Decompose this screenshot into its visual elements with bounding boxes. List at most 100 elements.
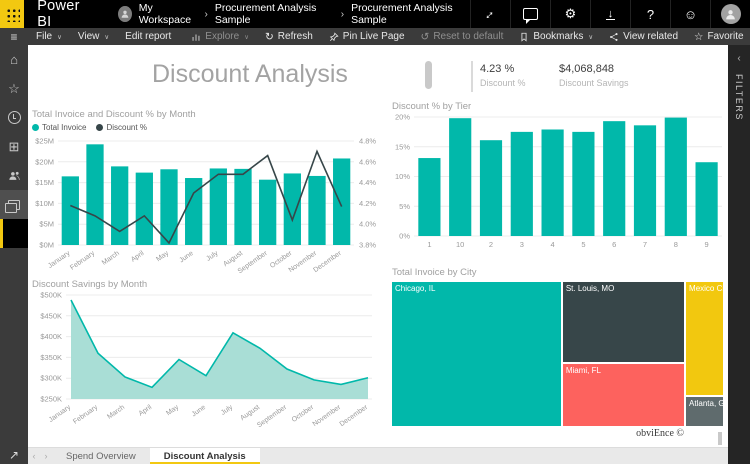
- nav-recent-icon[interactable]: [0, 103, 28, 132]
- treemap-tile[interactable]: Mexico Cit...: [686, 282, 723, 396]
- svg-text:$5M: $5M: [39, 220, 54, 229]
- chart-total-invoice-discount-by-month[interactable]: Total Invoice and Discount % by Month To…: [32, 109, 390, 288]
- nav-current-workspace-item[interactable]: [0, 219, 28, 248]
- chart-discount-savings-by-month[interactable]: Discount Savings by Month $250K $300K $350…: [32, 279, 378, 446]
- waffle-dots-icon: [4, 6, 20, 22]
- tab-discount-analysis[interactable]: Discount Analysis: [149, 448, 260, 464]
- svg-text:February: February: [72, 404, 99, 426]
- top-bar-actions: ↕ ⚙ ↓ ? ☺: [470, 0, 750, 28]
- svg-text:January: January: [48, 404, 73, 424]
- treemap-tile[interactable]: Chicago, IL: [392, 282, 561, 426]
- pin-live-page-button[interactable]: Pin Live Page: [321, 28, 413, 45]
- svg-text:January: January: [47, 250, 72, 270]
- treemap-tile-label: Miami, FL: [565, 365, 601, 375]
- user-avatar[interactable]: [710, 0, 750, 28]
- expand-filters-chevron-icon[interactable]: ‹: [737, 53, 740, 64]
- breadcrumb-separator-icon: ›: [340, 8, 345, 20]
- toolbar-right-actions: ↺ Reset to default Bookmarks ∨ View relate…: [413, 28, 750, 45]
- chevron-down-icon: ∨: [104, 33, 110, 41]
- svg-text:April: April: [130, 250, 146, 264]
- svg-text:July: July: [220, 404, 235, 417]
- star-icon: ☆: [694, 30, 704, 43]
- breadcrumb-app[interactable]: Procurement Analysis Sample: [215, 2, 334, 26]
- settings-gear-icon[interactable]: ⚙: [550, 0, 590, 28]
- favorite-button[interactable]: ☆ Favorite: [686, 28, 750, 45]
- bar-chart-plot[interactable]: 0% 5% 10% 15% 20% 1 10 2 3 4 5 6 7 8 9: [392, 113, 723, 253]
- top-app-bar: Power BI My Workspace › Procurement Anal…: [0, 0, 750, 30]
- bookmarks-menu[interactable]: Bookmarks ∨: [511, 28, 601, 45]
- windows-stack-icon: [4, 199, 20, 213]
- help-icon[interactable]: ?: [630, 0, 670, 28]
- svg-text:$400K: $400K: [40, 332, 62, 341]
- legend-dot-icon: [96, 124, 104, 131]
- svg-text:$300K: $300K: [40, 374, 62, 383]
- svg-text:4.2%: 4.2%: [359, 199, 376, 208]
- nav-workspaces-icon[interactable]: [0, 190, 28, 219]
- nav-hamburger-icon[interactable]: ≡: [0, 30, 28, 44]
- chart-title: Discount Savings by Month: [32, 279, 148, 290]
- comments-icon[interactable]: [510, 0, 550, 28]
- canvas-scrollbar-thumb[interactable]: [718, 432, 722, 445]
- chart-discount-by-tier[interactable]: Discount % by Tier 0% 5% 10% 15% 20% 1 10 2 3 4 5 6…: [392, 101, 723, 258]
- nav-favorites-icon[interactable]: ☆: [0, 74, 28, 103]
- person-icon: [121, 10, 129, 18]
- sidebar-expand-icon[interactable]: ↗: [0, 448, 28, 462]
- svg-text:0%: 0%: [399, 232, 410, 241]
- treemap-tiles: Chicago, IL St. Louis, MO Miami, FL Mexico …: [392, 282, 723, 426]
- breadcrumb-report[interactable]: Procurement Analysis Sample: [351, 2, 470, 26]
- obvience-credit: obviEnce ©: [636, 428, 684, 439]
- view-menu[interactable]: View ∨: [70, 28, 117, 45]
- download-icon[interactable]: ↓: [590, 0, 630, 28]
- report-canvas: Discount Analysis 4.23 % Discount % $4,0…: [28, 45, 723, 447]
- fullscreen-icon[interactable]: ↕: [470, 0, 510, 28]
- svg-text:7: 7: [643, 240, 647, 249]
- treemap-tile[interactable]: Atlanta, GA: [686, 397, 723, 426]
- nav-home-icon[interactable]: ⌂: [0, 45, 28, 74]
- tabs-scroll-right-icon[interactable]: ›: [40, 448, 52, 464]
- svg-text:2: 2: [489, 240, 493, 249]
- page-tab-bar: ‹ › Spend Overview Discount Analysis: [28, 447, 728, 464]
- filters-label: FILTERS: [734, 74, 744, 121]
- kpi-scrollbar-thumb[interactable]: [425, 61, 432, 89]
- svg-text:9: 9: [705, 240, 709, 249]
- workspace-avatar[interactable]: [118, 6, 132, 22]
- svg-text:May: May: [165, 404, 180, 418]
- svg-text:10%: 10%: [395, 172, 410, 181]
- chevron-down-icon: ∨: [57, 33, 62, 41]
- svg-text:3.8%: 3.8%: [359, 241, 376, 250]
- refresh-button[interactable]: ↻ Refresh: [257, 28, 321, 45]
- treemap-tile[interactable]: Miami, FL: [562, 363, 685, 426]
- reset-to-default-button: ↺ Reset to default: [420, 30, 504, 43]
- powerbi-window: Power BI My Workspace › Procurement Anal…: [0, 0, 750, 464]
- related-network-icon: [610, 32, 618, 41]
- edit-report-button[interactable]: Edit report: [117, 28, 179, 45]
- svg-text:4.6%: 4.6%: [359, 157, 376, 166]
- nav-apps-icon[interactable]: ⊞: [0, 132, 28, 161]
- chart-title: Total Invoice by City: [392, 267, 477, 278]
- legend-dot-icon: [32, 124, 39, 131]
- filters-panel-collapsed[interactable]: ‹ FILTERS: [728, 45, 750, 464]
- tab-spend-overview[interactable]: Spend Overview: [52, 448, 150, 464]
- svg-text:4: 4: [551, 240, 555, 249]
- combo-chart-plot[interactable]: $0M 3.8% $5M 4.0% $10M 4.2% $15M 4.4% $20M 4.6% $2…: [32, 133, 390, 283]
- svg-text:$0M: $0M: [39, 241, 54, 250]
- tabs-scroll-left-icon[interactable]: ‹: [28, 448, 40, 464]
- treemap-tile[interactable]: St. Louis, MO: [562, 282, 685, 362]
- svg-text:$20M: $20M: [35, 157, 54, 166]
- area-chart-plot[interactable]: $250K $300K $350K $400K $450K $500K January Feb…: [32, 291, 378, 441]
- powerbi-logo[interactable]: Power BI: [37, 0, 90, 30]
- bookmark-icon: [521, 32, 527, 42]
- chart-total-invoice-by-city-treemap[interactable]: Total Invoice by City Chicago, IL St. Lou…: [392, 267, 723, 426]
- feedback-smiley-icon[interactable]: ☺: [670, 0, 710, 28]
- view-related-button[interactable]: View related: [601, 28, 686, 45]
- kpi-divider: [471, 61, 473, 92]
- file-menu[interactable]: File ∨: [28, 28, 70, 45]
- svg-text:October: October: [291, 404, 316, 424]
- app-launcher-waffle-icon[interactable]: [0, 0, 25, 28]
- breadcrumb-my-workspace[interactable]: My Workspace: [139, 2, 198, 26]
- svg-text:15%: 15%: [395, 142, 410, 151]
- explore-chart-icon: [192, 34, 201, 41]
- clock-icon: [7, 111, 21, 124]
- reset-icon: ↺: [420, 30, 430, 43]
- nav-shared-with-me-icon[interactable]: [0, 161, 28, 190]
